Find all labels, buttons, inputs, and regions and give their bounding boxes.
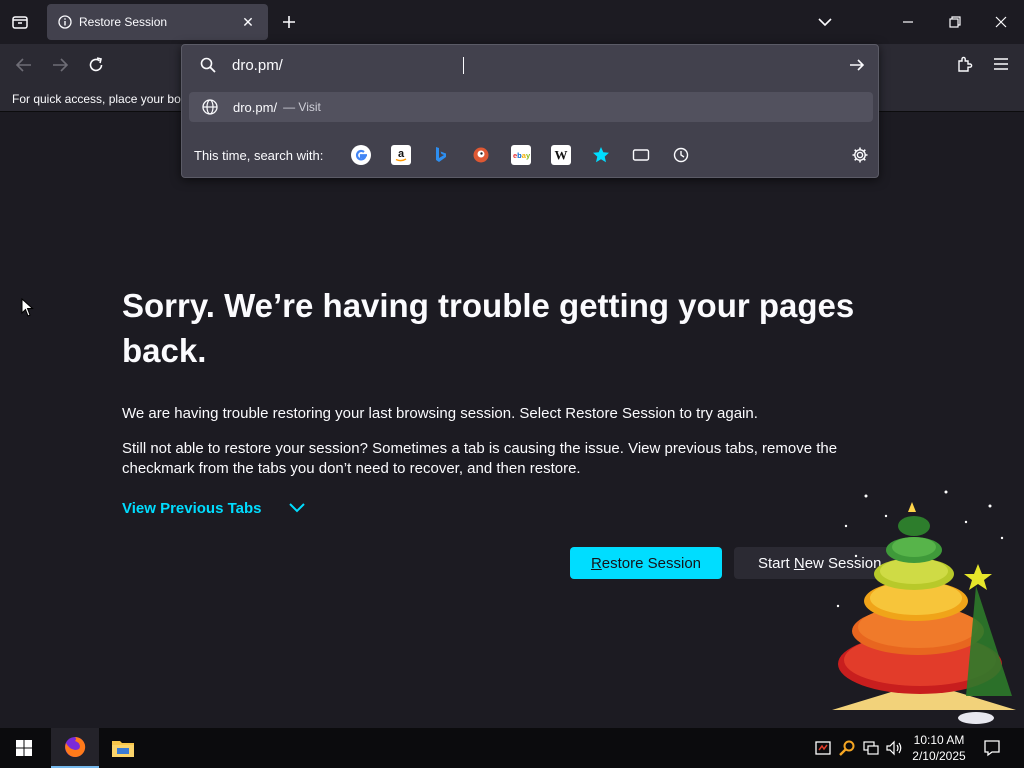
clock-time: 10:10 AM (913, 733, 965, 747)
restore-button[interactable] (943, 10, 967, 34)
reload-icon (89, 57, 103, 72)
globe-icon (201, 98, 219, 116)
svg-text:a: a (398, 148, 405, 160)
restore-session-button[interactable]: Restore Session (570, 547, 722, 579)
mouse-cursor-icon (21, 298, 34, 317)
puzzle-piece-icon (958, 56, 973, 72)
christmas-tree-decoration (832, 490, 1016, 724)
close-icon (995, 16, 1007, 28)
tab-restore-session[interactable]: Restore Session ✕ (47, 4, 268, 40)
firefox-view-button[interactable] (8, 10, 32, 34)
taskbar-firefox[interactable] (51, 728, 99, 768)
google-engine-icon[interactable] (351, 145, 371, 165)
svg-text:ebay: ebay (513, 151, 530, 160)
close-window-button[interactable] (989, 10, 1013, 34)
chevron-down-icon (288, 499, 306, 517)
one-off-search-bar: This time, search with: a ebay W (182, 137, 880, 173)
suggestion-action: — Visit (283, 100, 321, 114)
wikipedia-engine-icon[interactable]: W (551, 145, 571, 165)
folder-icon (112, 741, 134, 757)
extensions-button[interactable] (953, 52, 977, 76)
restore-description: We are having trouble restoring your las… (122, 405, 758, 422)
app-menu-button[interactable] (989, 52, 1013, 76)
amazon-engine-icon[interactable]: a (391, 145, 411, 165)
minimize-icon (903, 21, 913, 23)
forward-button[interactable] (47, 52, 73, 78)
list-all-tabs-button[interactable] (814, 11, 836, 33)
view-previous-tabs-label: View Previous Tabs (122, 499, 262, 517)
firefox-icon (65, 736, 86, 757)
minimize-button[interactable] (896, 10, 920, 34)
search-with-label: This time, search with: (194, 148, 324, 163)
search-settings-gear-icon[interactable] (850, 145, 870, 165)
chevron-down-icon (818, 18, 832, 27)
tab-strip: Restore Session ✕ (0, 0, 1024, 44)
text-caret (463, 57, 464, 74)
bookmarks-hint: For quick access, place your bookmarks h… (12, 92, 182, 106)
restore-help-text: Still not able to restore your session? … (122, 440, 838, 477)
tabs-icon[interactable] (631, 145, 651, 165)
suggestion-url: dro.pm/ (233, 99, 278, 115)
restore-window-icon (949, 16, 961, 28)
visit-suggestion-row[interactable]: dro.pm/ — Visit (189, 92, 873, 122)
hamburger-menu-icon (994, 58, 1008, 70)
address-bar-popup: dro.pm/ — Visit This time, search with: … (181, 44, 879, 178)
info-icon (57, 14, 73, 30)
network-icon[interactable] (861, 738, 881, 758)
svg-text:W: W (555, 148, 568, 163)
windows-logo-icon (16, 740, 32, 756)
search-icon (198, 55, 218, 75)
forward-arrow-icon (53, 58, 69, 72)
system-clock[interactable]: 10:10 AM 2/10/2025 (905, 732, 973, 764)
tray-search-icon[interactable] (837, 738, 857, 758)
plus-icon (283, 16, 295, 28)
restore-accel-key: R (590, 554, 602, 572)
taskbar: 10:10 AM 2/10/2025 (0, 728, 1024, 768)
tab-title: Restore Session (79, 15, 168, 29)
bookmarks-star-icon[interactable] (591, 145, 611, 165)
new-session-prefix: Start (758, 554, 794, 572)
address-bar-input[interactable] (232, 53, 832, 77)
restore-button-label: estore Session (601, 554, 702, 572)
start-button[interactable] (0, 728, 48, 768)
ebay-engine-icon[interactable]: ebay (511, 145, 531, 165)
bing-engine-icon[interactable] (431, 145, 451, 165)
reload-button[interactable] (83, 52, 109, 78)
new-tab-button[interactable] (278, 11, 300, 33)
new-session-accel-key: N (793, 554, 805, 572)
duckduckgo-engine-icon[interactable] (471, 145, 491, 165)
taskbar-file-explorer[interactable] (99, 728, 147, 768)
page-title: Sorry. We’re having trouble getting your… (122, 287, 855, 369)
history-clock-icon[interactable] (671, 145, 691, 165)
clock-date: 2/10/2025 (912, 749, 966, 763)
action-center-button[interactable] (980, 736, 1004, 760)
back-arrow-icon (15, 58, 31, 72)
notification-icon (984, 740, 1000, 757)
close-tab-icon[interactable]: ✕ (238, 12, 258, 32)
volume-icon[interactable] (884, 738, 904, 758)
view-previous-tabs-toggle[interactable]: View Previous Tabs (122, 499, 306, 517)
back-button[interactable] (11, 52, 37, 78)
tray-security-icon[interactable] (813, 738, 833, 758)
firefox-view-icon (12, 16, 28, 29)
go-arrow-icon[interactable] (846, 54, 868, 76)
